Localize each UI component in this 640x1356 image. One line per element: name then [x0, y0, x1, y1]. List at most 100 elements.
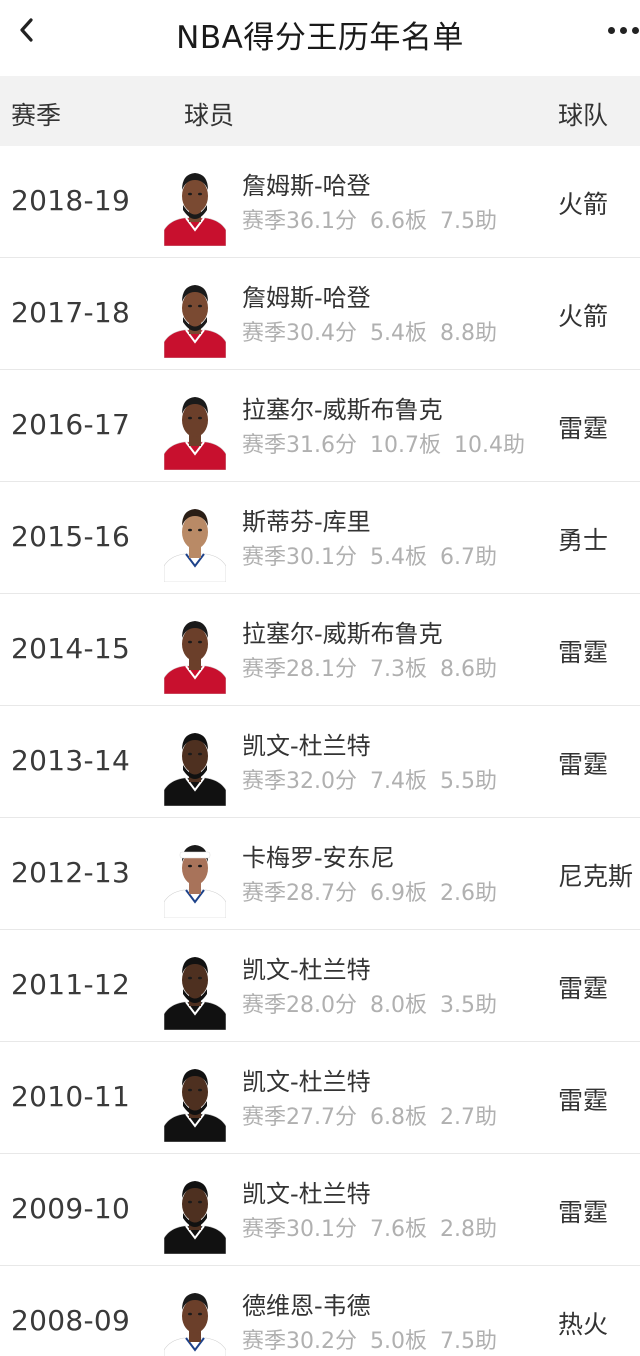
player-name: 凯文-杜兰特 [242, 1068, 371, 1096]
assists-stat: 5.5助 [440, 769, 497, 794]
table-row[interactable]: 2014-15 拉塞尔-威斯布鲁克 赛季28.1分 7.3板 8.6助 雷霆 [0, 594, 640, 706]
points-stat: 赛季28.7分 [242, 881, 357, 906]
player-stats: 赛季28.0分 8.0板 3.5助 [242, 987, 510, 1019]
header-season: 赛季 [11, 101, 62, 130]
rebounds-stat: 7.4板 [370, 769, 427, 794]
avatar [164, 158, 226, 246]
points-stat: 赛季31.6分 [242, 433, 357, 458]
assists-stat: 6.7助 [440, 545, 497, 570]
table-row[interactable]: 2016-17 拉塞尔-威斯布鲁克 赛季31.6分 10.7板 10.4助 雷霆 [0, 370, 640, 482]
points-stat: 赛季32.0分 [242, 769, 357, 794]
season-cell: 2013-14 [11, 744, 131, 777]
player-stats: 赛季36.1分 6.6板 7.5助 [242, 203, 510, 235]
season-cell: 2014-15 [11, 632, 131, 665]
rebounds-stat: 6.9板 [370, 881, 427, 906]
player-name: 凯文-杜兰特 [242, 1180, 371, 1208]
assists-stat: 7.5助 [440, 1329, 497, 1354]
team-cell: 勇士 [558, 526, 609, 555]
header-team: 球队 [558, 101, 609, 130]
assists-stat: 8.8助 [440, 321, 497, 346]
table-row[interactable]: 2013-14 凯文-杜兰特 赛季32.0分 7.4板 5.5助 雷霆 [0, 706, 640, 818]
table-row[interactable]: 2012-13 卡梅罗-安东尼 赛季28.7分 6.9板 2.6助 尼克斯 [0, 818, 640, 930]
team-cell: 热火 [558, 1310, 609, 1339]
header-player: 球员 [184, 101, 235, 130]
player-name: 拉塞尔-威斯布鲁克 [242, 396, 443, 424]
rebounds-stat: 5.0板 [370, 1329, 427, 1354]
table-header: 赛季 球员 球队 [0, 76, 640, 146]
season-cell: 2010-11 [11, 1080, 131, 1113]
team-cell: 雷霆 [558, 1198, 609, 1227]
avatar [164, 382, 226, 470]
rebounds-stat: 5.4板 [370, 321, 427, 346]
team-cell: 雷霆 [558, 414, 609, 443]
assists-stat: 7.5助 [440, 209, 497, 234]
avatar [164, 830, 226, 918]
rebounds-stat: 7.6板 [370, 1217, 427, 1242]
table-row[interactable]: 2017-18 詹姆斯-哈登 赛季30.4分 5.4板 8.8助 火箭 [0, 258, 640, 370]
player-name: 詹姆斯-哈登 [242, 284, 371, 312]
player-name: 卡梅罗-安东尼 [242, 844, 395, 872]
points-stat: 赛季28.1分 [242, 657, 357, 682]
rebounds-stat: 7.3板 [370, 657, 427, 682]
assists-stat: 2.7助 [440, 1105, 497, 1130]
assists-stat: 3.5助 [440, 993, 497, 1018]
player-name: 詹姆斯-哈登 [242, 172, 371, 200]
points-stat: 赛季30.4分 [242, 321, 357, 346]
player-stats: 赛季28.1分 7.3板 8.6助 [242, 651, 510, 683]
rebounds-stat: 10.7板 [370, 433, 441, 458]
avatar [164, 494, 226, 582]
nav-bar: NBA得分王历年名单 [0, 0, 640, 76]
avatar [164, 270, 226, 358]
team-cell: 雷霆 [558, 1086, 609, 1115]
player-name: 凯文-杜兰特 [242, 956, 371, 984]
player-stats: 赛季30.2分 5.0板 7.5助 [242, 1323, 510, 1355]
player-stats: 赛季27.7分 6.8板 2.7助 [242, 1099, 510, 1131]
avatar [164, 1166, 226, 1254]
player-name: 凯文-杜兰特 [242, 732, 371, 760]
assists-stat: 8.6助 [440, 657, 497, 682]
player-stats: 赛季31.6分 10.7板 10.4助 [242, 427, 538, 459]
points-stat: 赛季30.2分 [242, 1329, 357, 1354]
avatar [164, 718, 226, 806]
player-stats: 赛季30.4分 5.4板 8.8助 [242, 315, 510, 347]
table-row[interactable]: 2010-11 凯文-杜兰特 赛季27.7分 6.8板 2.7助 雷霆 [0, 1042, 640, 1154]
season-cell: 2009-10 [11, 1192, 131, 1225]
team-cell: 火箭 [558, 302, 609, 331]
team-cell: 火箭 [558, 190, 609, 219]
points-stat: 赛季30.1分 [242, 545, 357, 570]
player-stats: 赛季30.1分 7.6板 2.8助 [242, 1211, 510, 1243]
table-row[interactable]: 2018-19 詹姆斯-哈登 赛季36.1分 6.6板 7.5助 火箭 [0, 146, 640, 258]
table-row[interactable]: 2015-16 斯蒂芬-库里 赛季30.1分 5.4板 6.7助 勇士 [0, 482, 640, 594]
points-stat: 赛季36.1分 [242, 209, 357, 234]
player-stats: 赛季32.0分 7.4板 5.5助 [242, 763, 510, 795]
player-name: 德维恩-韦德 [242, 1292, 371, 1320]
avatar [164, 942, 226, 1030]
team-cell: 雷霆 [558, 974, 609, 1003]
points-stat: 赛季28.0分 [242, 993, 357, 1018]
rebounds-stat: 5.4板 [370, 545, 427, 570]
table-row[interactable]: 2008-09 德维恩-韦德 赛季30.2分 5.0板 7.5助 热火 [0, 1266, 640, 1356]
team-cell: 雷霆 [558, 638, 609, 667]
player-stats: 赛季30.1分 5.4板 6.7助 [242, 539, 510, 571]
season-cell: 2017-18 [11, 296, 131, 329]
points-stat: 赛季30.1分 [242, 1217, 357, 1242]
points-stat: 赛季27.7分 [242, 1105, 357, 1130]
rebounds-stat: 8.0板 [370, 993, 427, 1018]
assists-stat: 2.6助 [440, 881, 497, 906]
player-name: 斯蒂芬-库里 [242, 508, 371, 536]
assists-stat: 2.8助 [440, 1217, 497, 1242]
avatar [164, 1278, 226, 1356]
season-cell: 2011-12 [11, 968, 131, 1001]
player-name: 拉塞尔-威斯布鲁克 [242, 620, 443, 648]
avatar [164, 606, 226, 694]
player-stats: 赛季28.7分 6.9板 2.6助 [242, 875, 510, 907]
season-cell: 2016-17 [11, 408, 131, 441]
assists-stat: 10.4助 [454, 433, 525, 458]
table-row[interactable]: 2011-12 凯文-杜兰特 赛季28.0分 8.0板 3.5助 雷霆 [0, 930, 640, 1042]
rebounds-stat: 6.6板 [370, 209, 427, 234]
season-cell: 2015-16 [11, 520, 131, 553]
table-row[interactable]: 2009-10 凯文-杜兰特 赛季30.1分 7.6板 2.8助 雷霆 [0, 1154, 640, 1266]
more-dots-icon[interactable] [604, 20, 640, 40]
season-cell: 2018-19 [11, 184, 131, 217]
season-cell: 2012-13 [11, 856, 131, 889]
